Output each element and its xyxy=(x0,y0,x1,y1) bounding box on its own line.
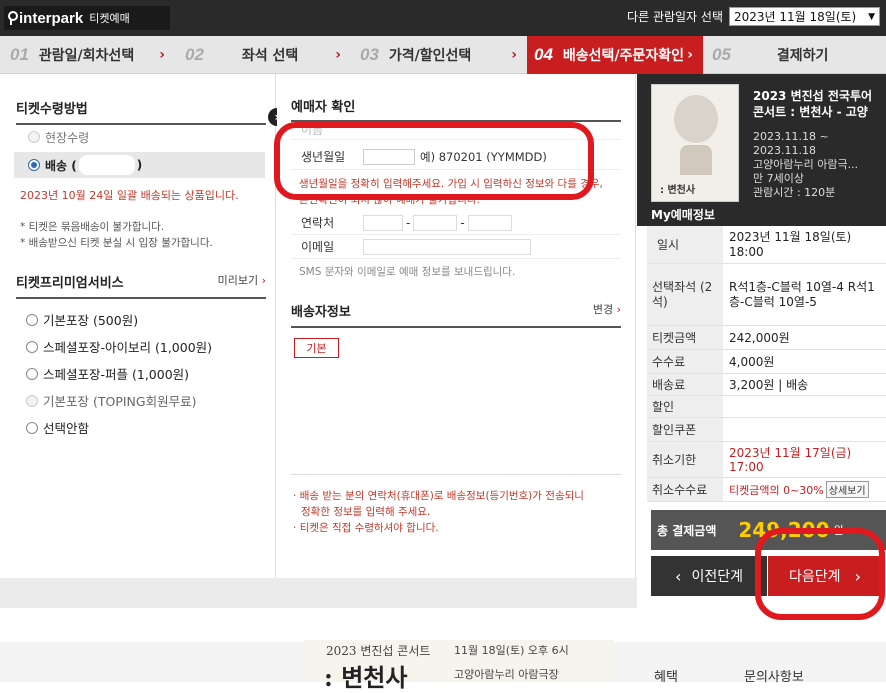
chevron-down-icon: ▼ xyxy=(868,11,875,22)
person-icon xyxy=(6,11,18,25)
logo-brand: interpark xyxy=(19,9,84,27)
row-seats: 선택좌석 (2석) R석1층-C블럭 10열-4 R석1층-C블럭 10열-5 xyxy=(647,264,886,326)
row-cancel-deadline: 취소기한 2023년 11월 17일(금) 17:00 xyxy=(647,442,886,478)
poster-text: : 변천사 xyxy=(660,185,696,196)
email-input[interactable] xyxy=(363,238,531,255)
preview-link[interactable]: 미리보기 › xyxy=(218,272,266,291)
divider xyxy=(291,474,621,475)
date-label: 다른 관람일자 선택 xyxy=(627,10,723,24)
shipping-header: 배송자정보 변경 › xyxy=(291,301,621,328)
date-select[interactable]: 2023년 11월 18일(토) ▼ xyxy=(729,7,880,26)
row-cancel-fee: 취소수수료 티켓금액의 0~30% 상세보기 xyxy=(647,478,886,502)
logo-sub: 티켓예매 xyxy=(89,12,130,25)
interpark-logo[interactable]: interpark 티켓예매 xyxy=(4,6,170,30)
name-row: 이름 xyxy=(291,120,621,140)
main-area: 티켓수령방법 현장수령 배송 ( ) 2023년 10월 24일 일괄 배송되는… xyxy=(0,74,886,622)
step-5[interactable]: 05 결제하기 xyxy=(703,36,886,74)
date-selector-area: 다른 관람일자 선택 2023년 11월 18일(토) ▼ xyxy=(627,7,880,26)
next-step-button[interactable]: 다음단계 › xyxy=(768,556,882,596)
birth-input[interactable] xyxy=(363,148,415,165)
change-link[interactable]: 변경 › xyxy=(593,301,621,320)
chevron-right-icon: › xyxy=(687,47,693,63)
premium-header: 티켓프리미엄서비스 미리보기 › xyxy=(16,272,266,299)
chevron-right-icon: › xyxy=(335,47,341,63)
receipt-method-panel: 티켓수령방법 현장수령 배송 ( ) 2023년 10월 24일 일괄 배송되는… xyxy=(0,74,276,578)
buyer-info-panel: 예매자 확인 이름 생년월일 예) 870201 (YYMMDD) 생년월일을 … xyxy=(277,74,636,578)
note-lost: * 배송받으신 티켓 분실 시 입장 불가합니다. xyxy=(20,237,213,249)
chevron-left-icon: ‹ xyxy=(675,566,682,586)
phone-input-2[interactable] xyxy=(413,214,458,231)
sms-note: SMS 문자와 이메일로 예매 정보를 보내드립니다. xyxy=(299,266,516,278)
note-bundle: * 티켓은 묶음배송이 불가합니다. xyxy=(20,221,165,233)
row-coupon: 할인쿠폰 xyxy=(647,418,886,442)
date-value: 2023년 11월 18일(토) xyxy=(734,10,857,24)
chevron-right-icon: › xyxy=(159,47,165,63)
top-bar: interpark 티켓예매 다른 관람일자 선택 2023년 11월 18일(… xyxy=(0,0,886,36)
default-address-button[interactable]: 기본 xyxy=(294,338,339,358)
total-bar: 총 결제금액 249,200 원 xyxy=(651,510,886,550)
phone-input-3[interactable] xyxy=(467,214,512,231)
prev-step-button[interactable]: ‹ 이전단계 xyxy=(651,556,767,596)
detail-button[interactable]: 상세보기 xyxy=(825,481,869,498)
shipping-notes: · 배송 받는 분의 연락처(휴대폰)로 배송정보(등기번호)가 전송되니 정확… xyxy=(293,490,584,534)
premium-option-1[interactable]: 기본포장 (500원) xyxy=(26,310,138,329)
delivery-option[interactable]: 배송 ( ) xyxy=(14,152,265,178)
row-shipping: 배송료 3,200원 | 배송 xyxy=(647,374,886,396)
email-row: 이메일 xyxy=(291,235,621,259)
booking-steps: 01 관람일/회차선택 › 02 좌석 선택 › 03 가격/할인선택 › 04… xyxy=(0,36,886,74)
premium-option-3[interactable]: 스페셜포장-퍼플 (1,000원) xyxy=(26,364,189,383)
portrait-shape xyxy=(674,95,718,143)
tab-benefit[interactable]: 혜택 xyxy=(654,666,678,685)
order-summary-panel: : 변천사 2023 변진섭 전국투어 콘서트 : 변천사 - 고양 2023.… xyxy=(637,74,886,622)
concert-meta: 2023.11.18 ~ 2023.11.18 고양아람누리 아람극... 만 … xyxy=(753,130,859,199)
step-2[interactable]: 02 좌석 선택 › xyxy=(175,36,351,74)
birth-warning: 생년월일을 정확히 입력해주세요. 가입 시 입력하신 정보와 다를 경우, 본… xyxy=(299,178,603,206)
radio-onsite[interactable] xyxy=(28,131,40,143)
total-amount: 249,200 xyxy=(738,518,830,542)
birth-hint: 예) 870201 (YYMMDD) xyxy=(420,149,547,164)
radio-delivery[interactable] xyxy=(28,159,40,171)
blurred-fee xyxy=(78,155,135,175)
row-fee: 수수료 4,000원 xyxy=(647,350,886,374)
premium-option-5[interactable]: 선택안함 xyxy=(26,418,89,437)
poster-banner: 2023 변진섭 콘서트 11월 18일(토) 오후 6시 : 변천사 고양아람… xyxy=(304,640,614,692)
buyer-title: 예매자 확인 xyxy=(291,96,621,122)
concert-poster-image[interactable]: : 변천사 xyxy=(651,84,739,202)
birth-row: 생년월일 예) 870201 (YYMMDD) xyxy=(291,144,621,170)
receipt-title: 티켓수령방법 xyxy=(16,98,266,125)
myinfo-title: My예매정보 xyxy=(637,202,886,226)
chevron-right-icon: › xyxy=(616,303,621,316)
portrait-body xyxy=(680,145,712,175)
delivery-note: 2023년 10월 24일 일괄 배송되는 상품입니다. xyxy=(20,189,239,202)
premium-option-2[interactable]: 스페셜포장-아이보리 (1,000원) xyxy=(26,337,212,356)
tab-inquiry[interactable]: 문의사항보 xyxy=(744,666,804,685)
chevron-right-icon: › xyxy=(261,274,266,287)
step-3[interactable]: 03 가격/할인선택 › xyxy=(351,36,527,74)
row-ticket-price: 티켓금액 242,000원 xyxy=(647,326,886,350)
step-1[interactable]: 01 관람일/회차선택 › xyxy=(0,36,175,74)
concert-title: 2023 변진섭 전국투어 콘서트 : 변천사 - 고양 xyxy=(753,89,873,119)
blurred-area xyxy=(389,101,500,114)
popup-bottom-edge xyxy=(0,608,886,642)
myinfo-table: 일시 2023년 11월 18일(토) 18:00 선택좌석 (2석) R석1층… xyxy=(647,226,886,502)
phone-row: 연락처 - - xyxy=(291,211,621,235)
row-datetime: 일시 2023년 11월 18일(토) 18:00 xyxy=(647,226,886,264)
row-discount: 할인 xyxy=(647,396,886,418)
premium-option-4[interactable]: 기본포장 (TOPING회원무료) xyxy=(26,391,196,410)
phone-input-1[interactable] xyxy=(363,214,403,231)
bottom-strip xyxy=(0,578,637,608)
onsite-option[interactable]: 현장수령 xyxy=(14,126,264,148)
step-4-active[interactable]: 04 배송선택/주문자확인 › xyxy=(527,36,703,74)
chevron-right-icon: › xyxy=(511,47,517,63)
chevron-right-icon: › xyxy=(854,566,861,586)
